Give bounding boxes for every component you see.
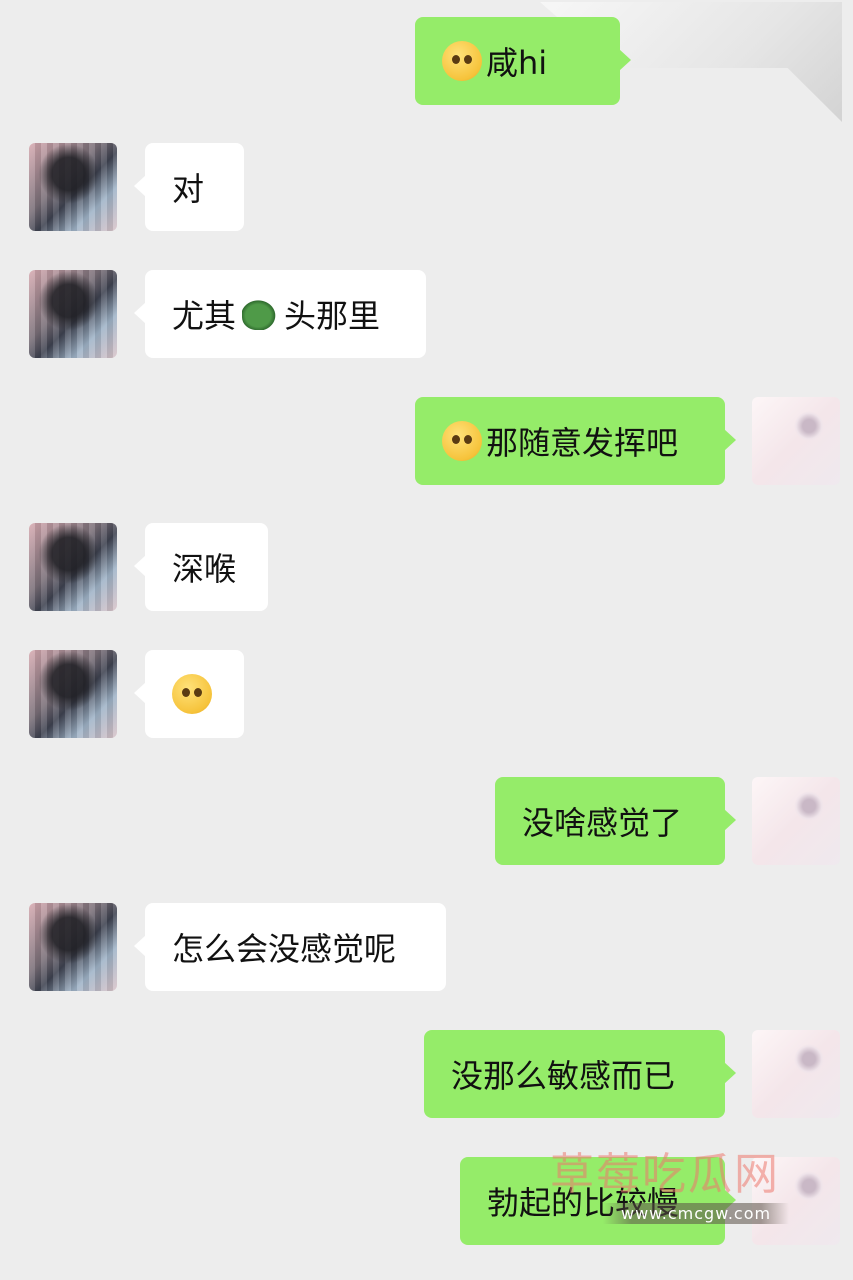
avatar-contact[interactable]	[29, 650, 117, 738]
message-text: 深喉	[172, 550, 237, 588]
chat-bubble-sent[interactable]: 咸hi	[415, 17, 631, 105]
hug-emoji-icon	[172, 674, 212, 714]
message-text: 咸hi	[486, 44, 548, 82]
message-text: 没啥感觉了	[522, 804, 683, 842]
chat-bubble-received[interactable]: 尤其 头那里	[134, 270, 426, 358]
avatar-self[interactable]	[752, 397, 840, 485]
sweat-smile-emoji-icon	[442, 421, 482, 461]
message-text: 怎么会没感觉呢	[172, 930, 397, 968]
avatar-self[interactable]	[752, 777, 840, 865]
avatar-self[interactable]	[752, 1030, 840, 1118]
chat-bubble-sent[interactable]: 没啥感觉了	[495, 777, 736, 865]
message-text: 对	[172, 170, 205, 208]
message-text-after: 头那里	[284, 297, 381, 335]
chat-bubble-received[interactable]: 深喉	[134, 523, 268, 611]
avatar-contact[interactable]	[29, 523, 117, 611]
chat-bubble-sent[interactable]: 没那么敏感而已	[424, 1030, 736, 1118]
pleading-emoji-icon	[442, 41, 482, 81]
watermark-title: 草莓吃瓜网	[550, 1149, 780, 1200]
avatar-contact[interactable]	[29, 903, 117, 991]
avatar-contact[interactable]	[29, 270, 117, 358]
chat-bubble-received[interactable]	[134, 650, 244, 738]
avatar-contact[interactable]	[29, 143, 117, 231]
chat-bubble-sent[interactable]: 那随意发挥吧	[415, 397, 736, 485]
message-text: 没那么敏感而已	[451, 1057, 676, 1095]
turtle-icon	[242, 298, 279, 330]
message-text: 那随意发挥吧	[486, 424, 679, 462]
message-text-before: 尤其	[172, 297, 237, 335]
chat-bubble-received[interactable]: 对	[134, 143, 244, 231]
watermark-url: www.cmcgw.com	[603, 1203, 790, 1224]
chat-bubble-received[interactable]: 怎么会没感觉呢	[134, 903, 446, 991]
